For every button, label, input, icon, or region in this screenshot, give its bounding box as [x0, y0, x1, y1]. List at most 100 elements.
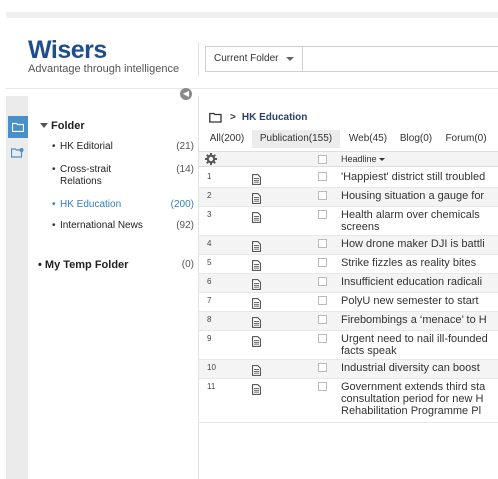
row-checkbox[interactable]: [318, 239, 327, 248]
row-checkbox[interactable]: [318, 363, 327, 372]
expand-triangle-icon: [40, 123, 48, 128]
headline-link[interactable]: Strike fizzles as reality bites: [341, 257, 498, 269]
folder-user-icon: [11, 148, 24, 158]
table-row[interactable]: 9 Urgent need to nail ill-founded facts s…: [199, 331, 498, 360]
left-tab-rail: [6, 96, 28, 479]
temp-folder-label: My Temp Folder: [44, 259, 129, 271]
table-row[interactable]: 6 Insufficient education radicali: [199, 274, 498, 293]
saved-search-tab[interactable]: [8, 142, 28, 164]
row-checkbox[interactable]: [318, 258, 327, 267]
table-row[interactable]: 8 Firebombings a ‘menace’ to H: [199, 312, 498, 331]
table-row[interactable]: 5 Strike fizzles as reality bites: [199, 255, 498, 274]
results-panel: > HK Education All(200) Publication(155)…: [198, 96, 498, 479]
chevron-left-icon: ◀: [182, 89, 190, 98]
row-checkbox[interactable]: [318, 382, 327, 391]
brand-logo[interactable]: Wisers Advantage through intelligence: [28, 36, 180, 76]
row-checkbox[interactable]: [318, 296, 327, 305]
headline-link[interactable]: Housing situation a gauge for: [341, 190, 498, 202]
table-header: Headline: [199, 151, 498, 167]
table-row[interactable]: 11 Government extends third sta consultat…: [199, 379, 498, 423]
search-input[interactable]: [303, 46, 498, 72]
bullet-icon: •: [52, 220, 56, 231]
gear-icon[interactable]: [205, 153, 217, 165]
row-number: 11: [207, 382, 216, 391]
folder-icon: [12, 122, 24, 132]
breadcrumb-current[interactable]: HK Education: [242, 112, 308, 123]
headline-link[interactable]: Urgent need to nail ill-founded facts sp…: [341, 333, 498, 357]
brand-name: Wisers: [28, 36, 107, 64]
row-number: 7: [207, 296, 212, 305]
search-bar: Current Folder: [198, 42, 498, 76]
temp-folder-count: (0): [181, 259, 194, 270]
row-number: 3: [207, 210, 212, 219]
row-checkbox[interactable]: [318, 172, 327, 181]
headline-link[interactable]: Insufficient education radicali: [341, 276, 498, 288]
source-tabs: All(200) Publication(155) Web(45) Blog(0…: [199, 130, 498, 148]
row-checkbox[interactable]: [318, 334, 327, 343]
sidebar-item-count: (92): [176, 220, 194, 231]
document-icon[interactable]: [252, 334, 261, 352]
headline-link[interactable]: Firebombings a ‘menace’ to H: [341, 314, 498, 326]
row-number: 1: [207, 172, 212, 181]
folder-tree-label: Folder: [51, 120, 85, 132]
sidebar-item-label: International News: [60, 220, 143, 231]
headline-link[interactable]: Industrial diversity can boost: [341, 362, 498, 374]
chevron-down-icon: [286, 57, 294, 61]
bullet-icon: •: [38, 259, 45, 271]
tab-all[interactable]: All(200): [205, 130, 249, 148]
tab-blog[interactable]: Blog(0): [396, 130, 436, 148]
row-checkbox[interactable]: [318, 210, 327, 219]
folder-sidebar: Folder • HK Editorial (21) • Cross-strai…: [28, 96, 196, 479]
headline-sort-header[interactable]: Headline: [341, 154, 385, 164]
row-number: 8: [207, 315, 212, 324]
app-window: Wisers Advantage through intelligence Cu…: [6, 12, 498, 479]
sidebar-item-count: (21): [176, 141, 194, 152]
row-checkbox[interactable]: [318, 191, 327, 200]
row-checkbox[interactable]: [318, 315, 327, 324]
sidebar-item-label: HK Education: [60, 199, 122, 210]
bullet-icon: •: [52, 199, 56, 210]
headline-link[interactable]: How drone maker DJI is battli: [341, 238, 498, 250]
row-number: 6: [207, 277, 212, 286]
select-all-checkbox[interactable]: [318, 155, 327, 164]
sort-down-icon: [378, 158, 385, 161]
collapse-sidebar-button[interactable]: ◀: [180, 88, 192, 100]
sidebar-item-label: Cross-strait Relations: [60, 164, 112, 187]
headline-link[interactable]: Health alarm over chemicals screens: [341, 209, 498, 233]
tab-forum[interactable]: Forum(0): [442, 130, 490, 148]
tab-web[interactable]: Web(45): [346, 130, 390, 148]
folder-tree-header[interactable]: Folder: [40, 120, 85, 132]
table-row[interactable]: 4 How drone maker DJI is battli: [199, 236, 498, 255]
breadcrumb: > HK Education: [209, 112, 307, 123]
bullet-icon: •: [52, 141, 56, 152]
document-icon[interactable]: [252, 210, 261, 228]
sidebar-item-temp-folder[interactable]: • My Temp Folder (0): [38, 259, 202, 271]
top-strip: [6, 12, 498, 18]
row-number: 5: [207, 258, 212, 267]
search-scope-select[interactable]: Current Folder: [205, 46, 303, 72]
row-number: 4: [207, 239, 212, 248]
bullet-icon: •: [52, 164, 56, 175]
headline-link[interactable]: Government extends third sta consultatio…: [341, 381, 498, 417]
row-number: 2: [207, 191, 212, 200]
header-divider: [6, 88, 498, 89]
folder-icon: [209, 112, 222, 123]
search-scope-label: Current Folder: [214, 53, 279, 64]
document-icon[interactable]: [252, 382, 261, 400]
brand-tagline: Advantage through intelligence: [28, 63, 180, 75]
sidebar-item-count: (200): [170, 199, 194, 210]
table-row[interactable]: 2 Housing situation a gauge for: [199, 188, 498, 207]
table-row[interactable]: 7 PolyU new semester to start: [199, 293, 498, 312]
headline-link[interactable]: PolyU new semester to start: [341, 295, 498, 307]
tab-publication[interactable]: Publication(155): [252, 130, 340, 148]
headline-link[interactable]: 'Happiest' district still troubled: [341, 171, 498, 183]
table-row[interactable]: 1 'Happiest' district still troubled: [199, 169, 498, 188]
table-row[interactable]: 3 Health alarm over chemicals screens: [199, 207, 498, 236]
row-number: 10: [207, 363, 216, 372]
row-number: 9: [207, 334, 212, 343]
table-row[interactable]: 10 Industrial diversity can boost: [199, 360, 498, 379]
row-checkbox[interactable]: [318, 277, 327, 286]
sidebar-item-label: HK Editorial: [60, 141, 113, 152]
folders-tab[interactable]: [8, 116, 28, 138]
breadcrumb-separator: >: [230, 112, 236, 123]
